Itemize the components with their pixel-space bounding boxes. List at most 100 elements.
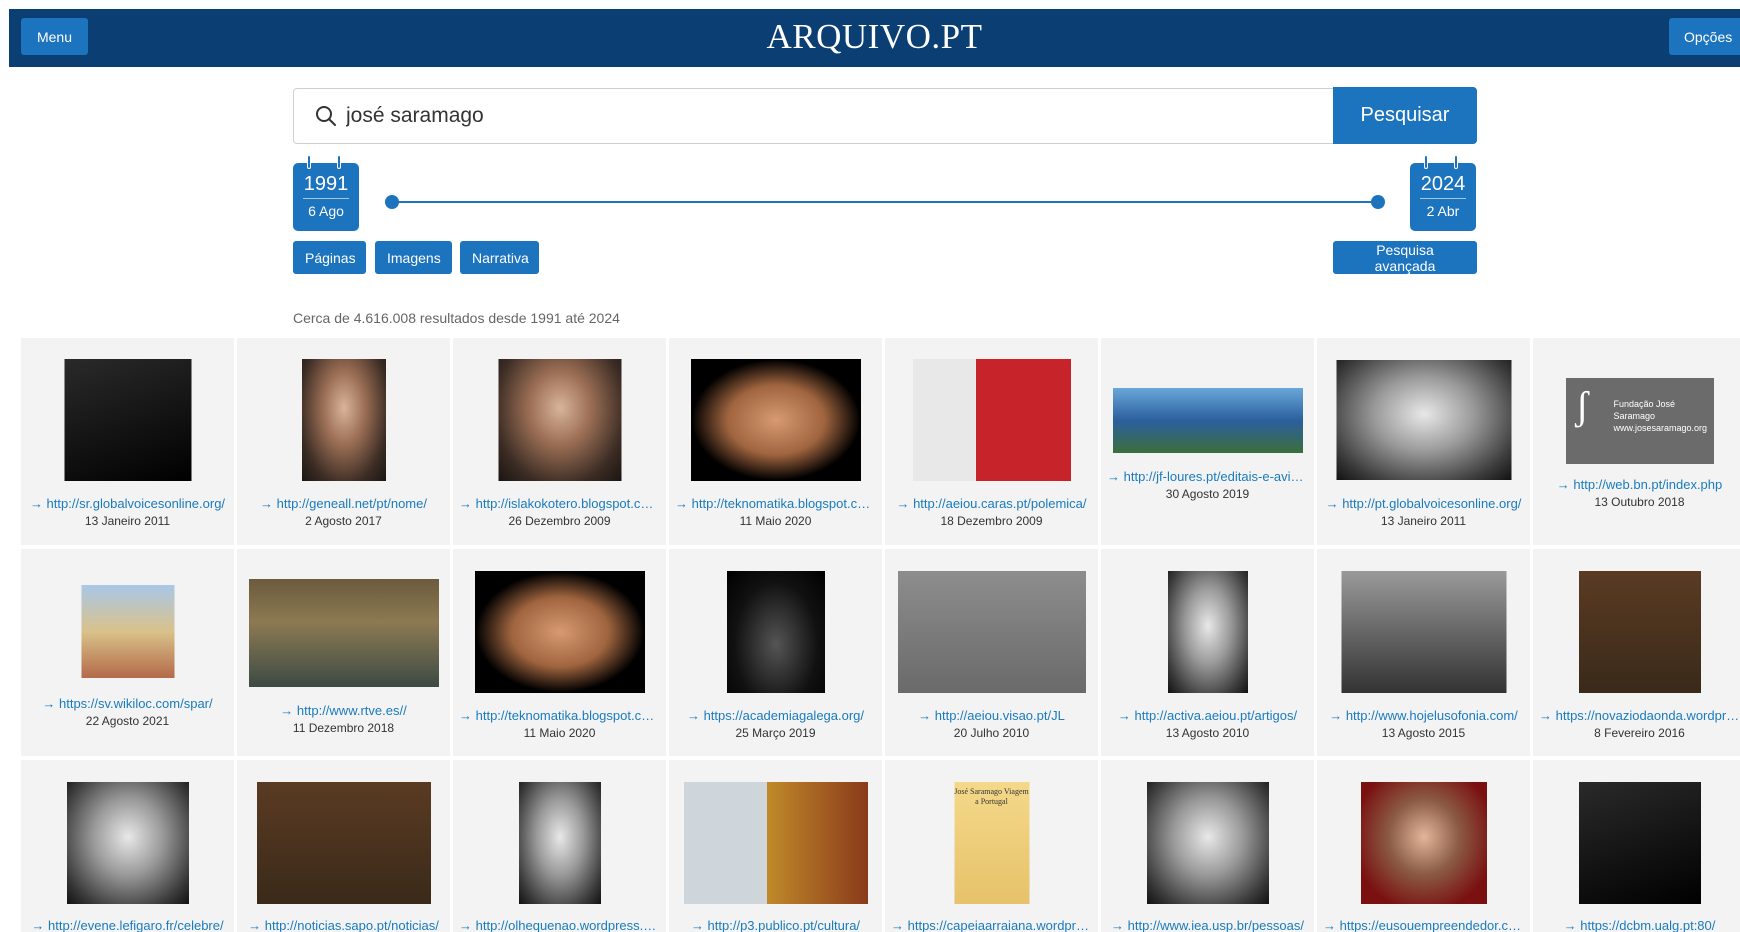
result-thumbnail[interactable] [518,782,601,904]
date-slider-start-handle[interactable] [385,195,399,209]
image-results-grid: → http://sr.globalvoicesonline.org/13 Ja… [21,338,1740,932]
pages-tab-button[interactable]: Páginas [293,241,366,274]
image-result-item[interactable]: → https://sv.wikiloc.com/spar/22 Agosto … [21,549,234,756]
result-thumbnail[interactable] [66,782,189,904]
start-year: 1991 [303,173,349,195]
end-date-picker[interactable]: 2024 2 Abr [1410,155,1476,231]
options-button[interactable]: Opções [1669,18,1740,55]
thumbnail-caption: José Saramago Viagem a Portugal [954,787,1029,806]
result-url-link[interactable]: → http://noticias.sapo.pt/noticias/ [243,918,444,932]
image-result-item[interactable]: → http://sr.globalvoicesonline.org/13 Ja… [21,338,234,545]
image-result-item[interactable]: → http://noticias.sapo.pt/noticias/ [237,760,450,932]
result-url-link[interactable]: → https://novaziodaonda.wordpress.com/ [1539,708,1740,723]
result-url-link[interactable]: → http://teknomatika.blogspot.com/ [675,496,876,511]
result-url-link[interactable]: → http://www.iea.usp.br/pessoas/ [1107,918,1308,932]
result-thumbnail[interactable] [1578,782,1701,904]
search-icon [316,106,336,126]
image-result-item[interactable]: → https://academiagalega.org/25 Março 20… [669,549,882,756]
result-thumbnail[interactable] [690,359,861,481]
result-thumbnail[interactable] [683,782,868,904]
result-thumbnail[interactable] [498,359,621,481]
result-thumbnail[interactable] [301,359,386,481]
result-thumbnail[interactable]: ʃ Fundação José Saramago www.josesaramago… [1565,378,1714,464]
advanced-search-button[interactable]: Pesquisa avançada [1333,241,1477,274]
result-url-link[interactable]: → http://evene.lefigaro.fr/celebre/ [27,918,228,932]
search-input[interactable] [346,99,1386,133]
image-result-item[interactable]: → http://evene.lefigaro.fr/celebre/ [21,760,234,932]
result-url-link[interactable]: → http://p3.publico.pt/cultura/ [675,918,876,932]
result-url-link[interactable]: → http://islakokotero.blogspot.com/ [459,496,660,511]
result-thumbnail[interactable] [474,571,645,693]
result-url-link[interactable]: → https://capeiaarraiana.wordpress.com/ [891,918,1092,932]
result-url-link[interactable]: → https://eusouempreendedor.com/ [1323,918,1524,932]
result-thumbnail[interactable] [256,782,431,904]
result-url-link[interactable]: → http://activa.aeiou.pt/artigos/ [1107,708,1308,723]
result-url-link[interactable]: → https://dcbm.ualg.pt:80/ [1539,918,1740,932]
result-thumbnail[interactable] [1112,388,1303,453]
image-result-item[interactable]: → http://jf-loures.pt/editais-e-avisos/3… [1101,338,1314,545]
result-url-link[interactable]: → http://olhequenao.wordpress.com/ [459,918,660,932]
result-thumbnail[interactable] [1360,782,1487,904]
image-result-item[interactable]: José Saramago Viagem a Portugal → https:/… [885,760,1098,932]
result-thumbnail[interactable] [726,571,825,693]
search-box [293,88,1477,144]
result-date: 13 Agosto 2015 [1381,726,1466,740]
arquivo-logo[interactable]: ARQUIVO.PT [9,17,1740,57]
result-url-link[interactable]: → http://pt.globalvoicesonline.org/ [1323,496,1524,511]
result-url-link[interactable]: → http://jf-loures.pt/editais-e-avisos/ [1107,469,1308,484]
image-result-item[interactable]: → http://teknomatika.blogspot.com/11 Mai… [453,549,666,756]
result-thumbnail[interactable] [1146,782,1269,904]
image-result-item[interactable]: → https://dcbm.ualg.pt:80/ [1533,760,1740,932]
date-slider-track[interactable] [392,201,1379,203]
result-url-link[interactable]: → http://www.rtve.es// [243,703,444,718]
result-thumbnail[interactable] [1341,571,1506,693]
images-tab-button[interactable]: Imagens [375,241,452,274]
image-result-item[interactable]: → http://olhequenao.wordpress.com/ [453,760,666,932]
result-thumbnail[interactable] [1167,571,1248,693]
image-result-item[interactable]: → https://eusouempreendedor.com/ [1317,760,1530,932]
result-thumbnail[interactable] [912,359,1071,481]
result-thumbnail[interactable] [81,585,174,678]
result-url-link[interactable]: → http://teknomatika.blogspot.com/ [459,708,660,723]
narrative-tab-button[interactable]: Narrativa [460,241,539,274]
start-day: 6 Ago [308,203,344,219]
result-thumbnail[interactable] [1578,571,1701,693]
image-result-item[interactable]: → http://teknomatika.blogspot.com/11 Mai… [669,338,882,545]
image-result-item[interactable]: → http://aeiou.caras.pt/polemica/18 Deze… [885,338,1098,545]
result-thumbnail[interactable] [1336,360,1511,480]
result-url-link[interactable]: → http://sr.globalvoicesonline.org/ [27,496,228,511]
calendar-ring-icon [1424,155,1428,169]
result-url-link[interactable]: → http://aeiou.caras.pt/polemica/ [891,496,1092,511]
end-day: 2 Abr [1426,203,1460,219]
result-url-link[interactable]: → https://sv.wikiloc.com/spar/ [27,696,228,711]
image-result-item[interactable]: → http://activa.aeiou.pt/artigos/13 Agos… [1101,549,1314,756]
result-date: 13 Outubro 2018 [1594,495,1685,509]
image-result-item[interactable]: → http://geneall.net/pt/nome/2 Agosto 20… [237,338,450,545]
result-url-link[interactable]: → http://aeiou.visao.pt/JL [891,708,1092,723]
result-url-link[interactable]: → https://academiagalega.org/ [675,708,876,723]
calendar-ring-icon [337,155,341,169]
search-button[interactable]: Pesquisar [1333,87,1477,144]
image-result-item[interactable]: → http://islakokotero.blogspot.com/26 De… [453,338,666,545]
result-thumbnail[interactable] [897,571,1086,693]
image-result-item[interactable]: → http://p3.publico.pt/cultura/ [669,760,882,932]
date-slider-end-handle[interactable] [1371,195,1385,209]
result-thumbnail[interactable]: José Saramago Viagem a Portugal [954,782,1029,904]
result-url-link[interactable]: → http://www.hojelusofonia.com/ [1323,708,1524,723]
result-date: 13 Janeiro 2011 [84,514,171,528]
image-result-item[interactable]: → http://www.rtve.es// 11 Dezembro 2018 [237,549,450,756]
result-url-link[interactable]: → http://geneall.net/pt/nome/ [243,496,444,511]
result-thumbnail[interactable] [248,579,439,687]
image-result-item[interactable]: → http://www.hojelusofonia.com/13 Agosto… [1317,549,1530,756]
image-result-item[interactable]: → https://novaziodaonda.wordpress.com/8 … [1533,549,1740,756]
result-date: 8 Fevereiro 2016 [1594,726,1685,740]
image-result-item[interactable]: → http://aeiou.visao.pt/JL 20 Julho 2010 [885,549,1098,756]
result-url-link[interactable]: → http://web.bn.pt/index.php [1539,477,1740,492]
calendar-ring-icon [307,155,311,169]
image-result-item[interactable]: ʃ Fundação José Saramago www.josesaramago… [1533,338,1740,545]
image-result-item[interactable]: → http://www.iea.usp.br/pessoas/ [1101,760,1314,932]
result-thumbnail[interactable] [64,359,191,481]
image-result-item[interactable]: → http://pt.globalvoicesonline.org/13 Ja… [1317,338,1530,545]
start-date-picker[interactable]: 1991 6 Ago [293,155,359,231]
results-count: Cerca de 4.616.008 resultados desde 1991… [293,310,620,326]
